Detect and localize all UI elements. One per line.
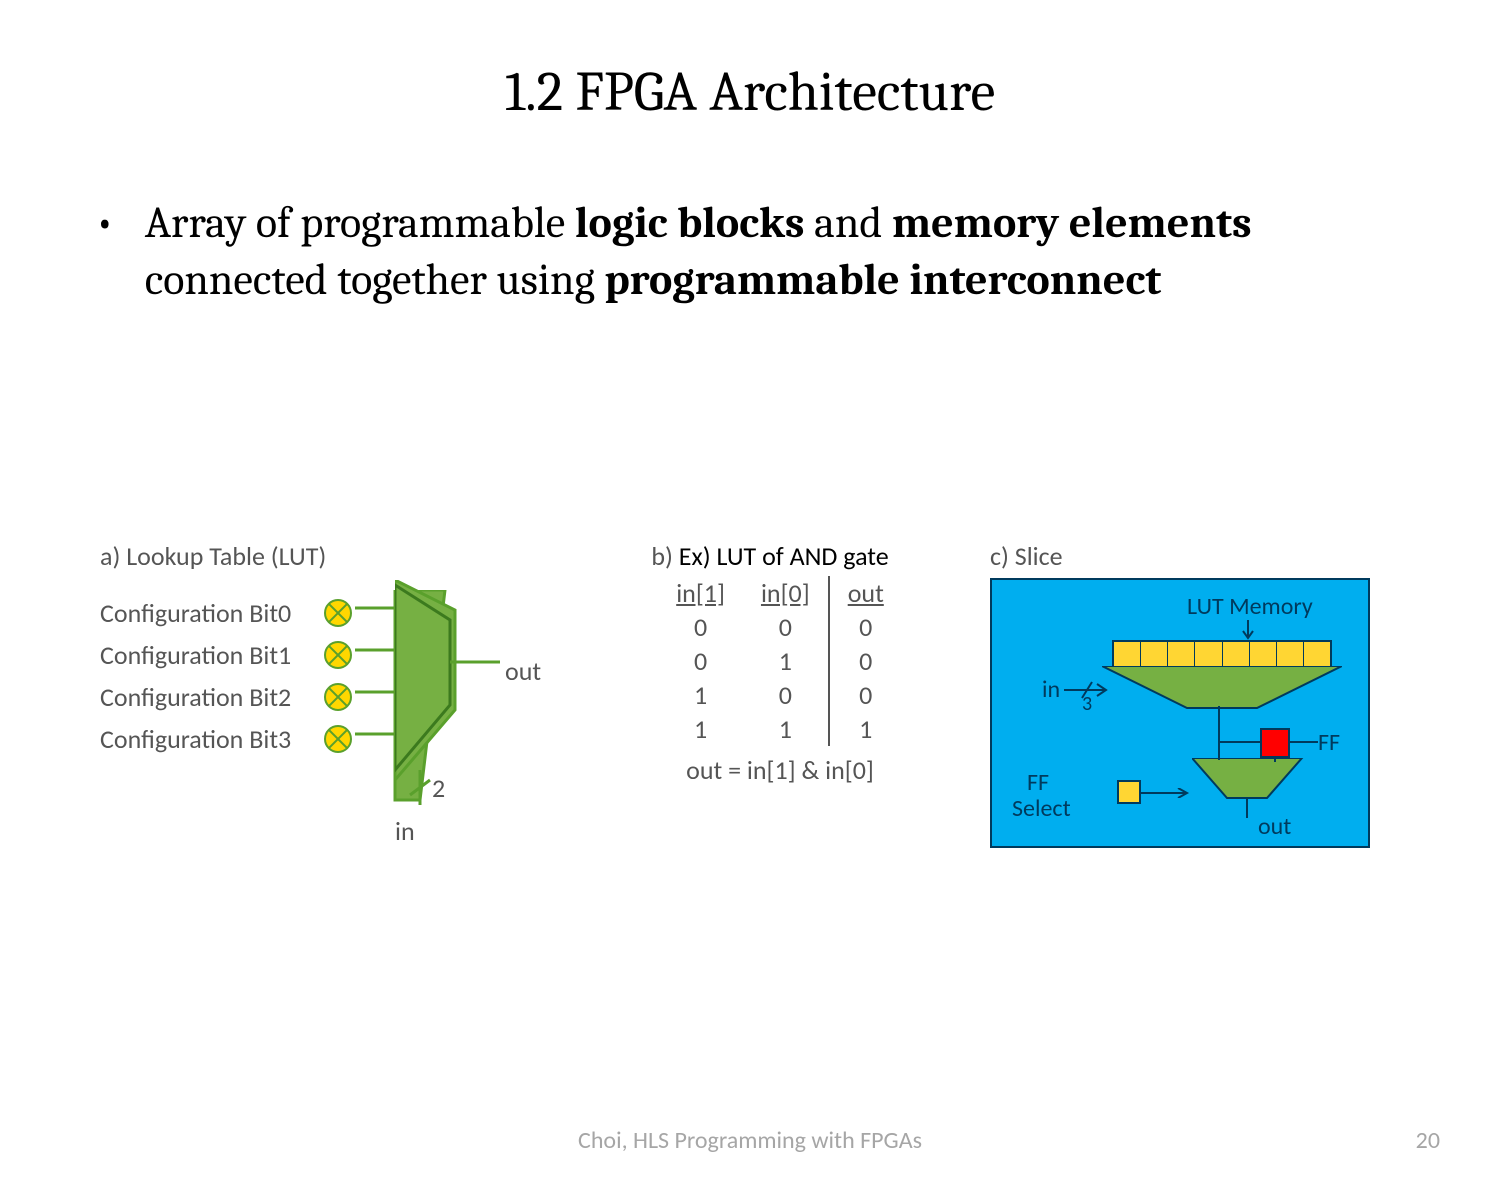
diagram-a-header: a) Lookup Table (LUT) [100, 540, 570, 572]
diagram-b-header: b) Ex) LUT of AND gate [570, 540, 970, 572]
cell: 0 [658, 610, 743, 644]
b-prefix: b) [651, 540, 673, 572]
config-bit-icon [324, 725, 352, 753]
ff-select-label-1: FF [1027, 768, 1049, 797]
b-title: Ex) LUT of AND gate [679, 540, 889, 572]
bullet-bold-3: programmable interconnect [604, 254, 1161, 305]
config-bit-icon [324, 683, 352, 711]
cell: 0 [658, 644, 743, 678]
config-bit-label: Configuration Bit2 [100, 681, 320, 713]
config-bit-icon [324, 599, 352, 627]
ff-select-config-icon [1117, 780, 1141, 804]
truth-table: in[1] in[0] out 000 010 100 111 [658, 576, 902, 746]
truth-row: 111 [658, 712, 902, 746]
wire-icon [1288, 740, 1318, 744]
in-label: in [1042, 675, 1060, 704]
bullet-seg-3: connected together using [145, 254, 605, 305]
bullet-bold-1: logic blocks [575, 197, 805, 248]
cell: 0 [743, 610, 829, 644]
wire-icon [1273, 756, 1277, 762]
config-bit-label: Configuration Bit3 [100, 723, 320, 755]
truth-row: 010 [658, 644, 902, 678]
config-bit-icon [324, 641, 352, 669]
diagram-area: a) Lookup Table (LUT) Configuration Bit0… [100, 540, 1400, 970]
col-out: out [829, 576, 902, 610]
slide-title: 1.2 FPGA Architecture [0, 60, 1500, 124]
equation: out = in[1] & in[0] [590, 754, 970, 786]
ff-label: FF [1318, 728, 1340, 757]
lut-memory-icon [1112, 640, 1332, 668]
cell: 0 [829, 644, 902, 678]
diagram-a: a) Lookup Table (LUT) Configuration Bit0… [100, 540, 570, 760]
wire-arrow-icon [1140, 788, 1195, 798]
cell: 1 [658, 678, 743, 712]
bullet-block: • Array of programmable logic blocks and… [95, 194, 1405, 308]
in-width-label: 2 [432, 772, 445, 804]
cell: 0 [743, 678, 829, 712]
config-bit-label: Configuration Bit1 [100, 639, 320, 671]
cell: 0 [829, 610, 902, 644]
col-in1: in[1] [658, 576, 743, 610]
truth-row: 000 [658, 610, 902, 644]
in-label: in [395, 815, 415, 847]
wire-icon [1217, 734, 1221, 760]
truth-row: 100 [658, 678, 902, 712]
out-label: out [1258, 812, 1291, 841]
out-mux-icon [1192, 758, 1312, 828]
cell: 1 [743, 644, 829, 678]
out-label: out [505, 655, 541, 687]
in-width-label: 3 [1082, 692, 1092, 716]
bullet-seg-2: and [804, 197, 891, 248]
mux-trapezoid-icon [395, 580, 555, 850]
bullet-bold-2: memory elements [892, 197, 1252, 248]
arrow-down-icon [1242, 620, 1254, 642]
cell: 1 [658, 712, 743, 746]
slice-box: LUT Memory [990, 578, 1370, 848]
truth-body: 000 010 100 111 [658, 610, 902, 746]
bullet-marker: • [95, 194, 135, 251]
config-bit-label: Configuration Bit0 [100, 597, 320, 629]
lut-memory-label: LUT Memory [1187, 592, 1313, 621]
bullet-seg-1: Array of programmable [145, 197, 575, 248]
bullet-text: Array of programmable logic blocks and m… [145, 194, 1405, 308]
cell: 0 [829, 678, 902, 712]
diagram-c-header: c) Slice [990, 540, 1410, 572]
diagram-b: b) Ex) LUT of AND gate in[1] in[0] out 0… [590, 540, 970, 786]
footer-citation: Choi, HLS Programming with FPGAs [0, 1126, 1500, 1155]
ff-select-label-2: Select [1012, 794, 1071, 823]
footer-page-number: 20 [1416, 1126, 1440, 1155]
col-in0: in[0] [743, 576, 829, 610]
cell: 1 [743, 712, 829, 746]
diagram-c: c) Slice LUT Memory [990, 540, 1410, 848]
cell: 1 [829, 712, 902, 746]
